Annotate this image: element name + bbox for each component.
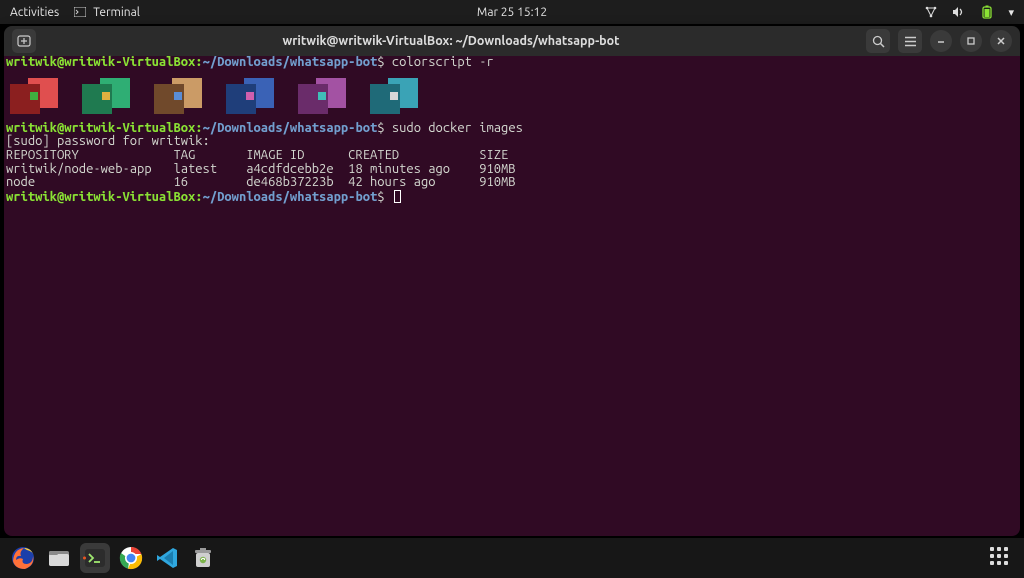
cursor <box>394 190 401 203</box>
dock <box>0 538 1024 578</box>
minimize-button[interactable] <box>930 30 952 52</box>
docker-images-table: REPOSITORY TAG IMAGE ID CREATED SIZE wri… <box>6 148 516 189</box>
dock-files[interactable] <box>44 543 74 573</box>
clock[interactable]: Mar 25 15:12 <box>477 6 547 19</box>
show-applications-button[interactable] <box>986 543 1016 573</box>
volume-icon[interactable] <box>952 5 966 19</box>
dock-firefox[interactable] <box>8 543 38 573</box>
maximize-button[interactable] <box>960 30 982 52</box>
battery-icon[interactable] <box>980 5 994 19</box>
search-button[interactable] <box>866 29 890 53</box>
firefox-icon <box>10 545 36 571</box>
dock-vscode[interactable] <box>152 543 182 573</box>
hamburger-menu-button[interactable] <box>898 29 922 53</box>
apps-grid-icon <box>990 547 1012 569</box>
gnome-top-bar: Activities Terminal Mar 25 15:12 ▾ <box>0 0 1024 24</box>
dock-chrome[interactable] <box>116 543 146 573</box>
files-icon <box>46 545 72 571</box>
terminal-window: writwik@writwik-VirtualBox: ~/Downloads/… <box>4 26 1020 536</box>
colorscript-glyph <box>370 78 418 114</box>
system-menu-caret-icon[interactable]: ▾ <box>1008 6 1014 19</box>
colorscript-glyph <box>226 78 274 114</box>
colorscript-glyph <box>154 78 202 114</box>
colorscript-art <box>6 70 1018 122</box>
activities-button[interactable]: Activities <box>10 6 59 19</box>
trash-icon <box>190 545 216 571</box>
chrome-icon <box>118 545 144 571</box>
colorscript-glyph <box>298 78 346 114</box>
window-header: writwik@writwik-VirtualBox: ~/Downloads/… <box>4 26 1020 56</box>
app-menu[interactable]: Terminal <box>73 5 140 19</box>
terminal-icon <box>73 5 87 19</box>
window-title: writwik@writwik-VirtualBox: ~/Downloads/… <box>44 34 858 48</box>
terminal-content[interactable]: writwik@writwik-VirtualBox:~/Downloads/w… <box>4 56 1020 536</box>
new-tab-button[interactable] <box>12 29 36 53</box>
colorscript-glyph <box>10 78 58 114</box>
app-menu-label: Terminal <box>93 6 140 19</box>
vscode-icon <box>154 545 180 571</box>
dock-trash[interactable] <box>188 543 218 573</box>
dock-terminal[interactable] <box>80 543 110 573</box>
colorscript-glyph <box>82 78 130 114</box>
close-button[interactable] <box>990 30 1012 52</box>
network-icon[interactable] <box>924 5 938 19</box>
